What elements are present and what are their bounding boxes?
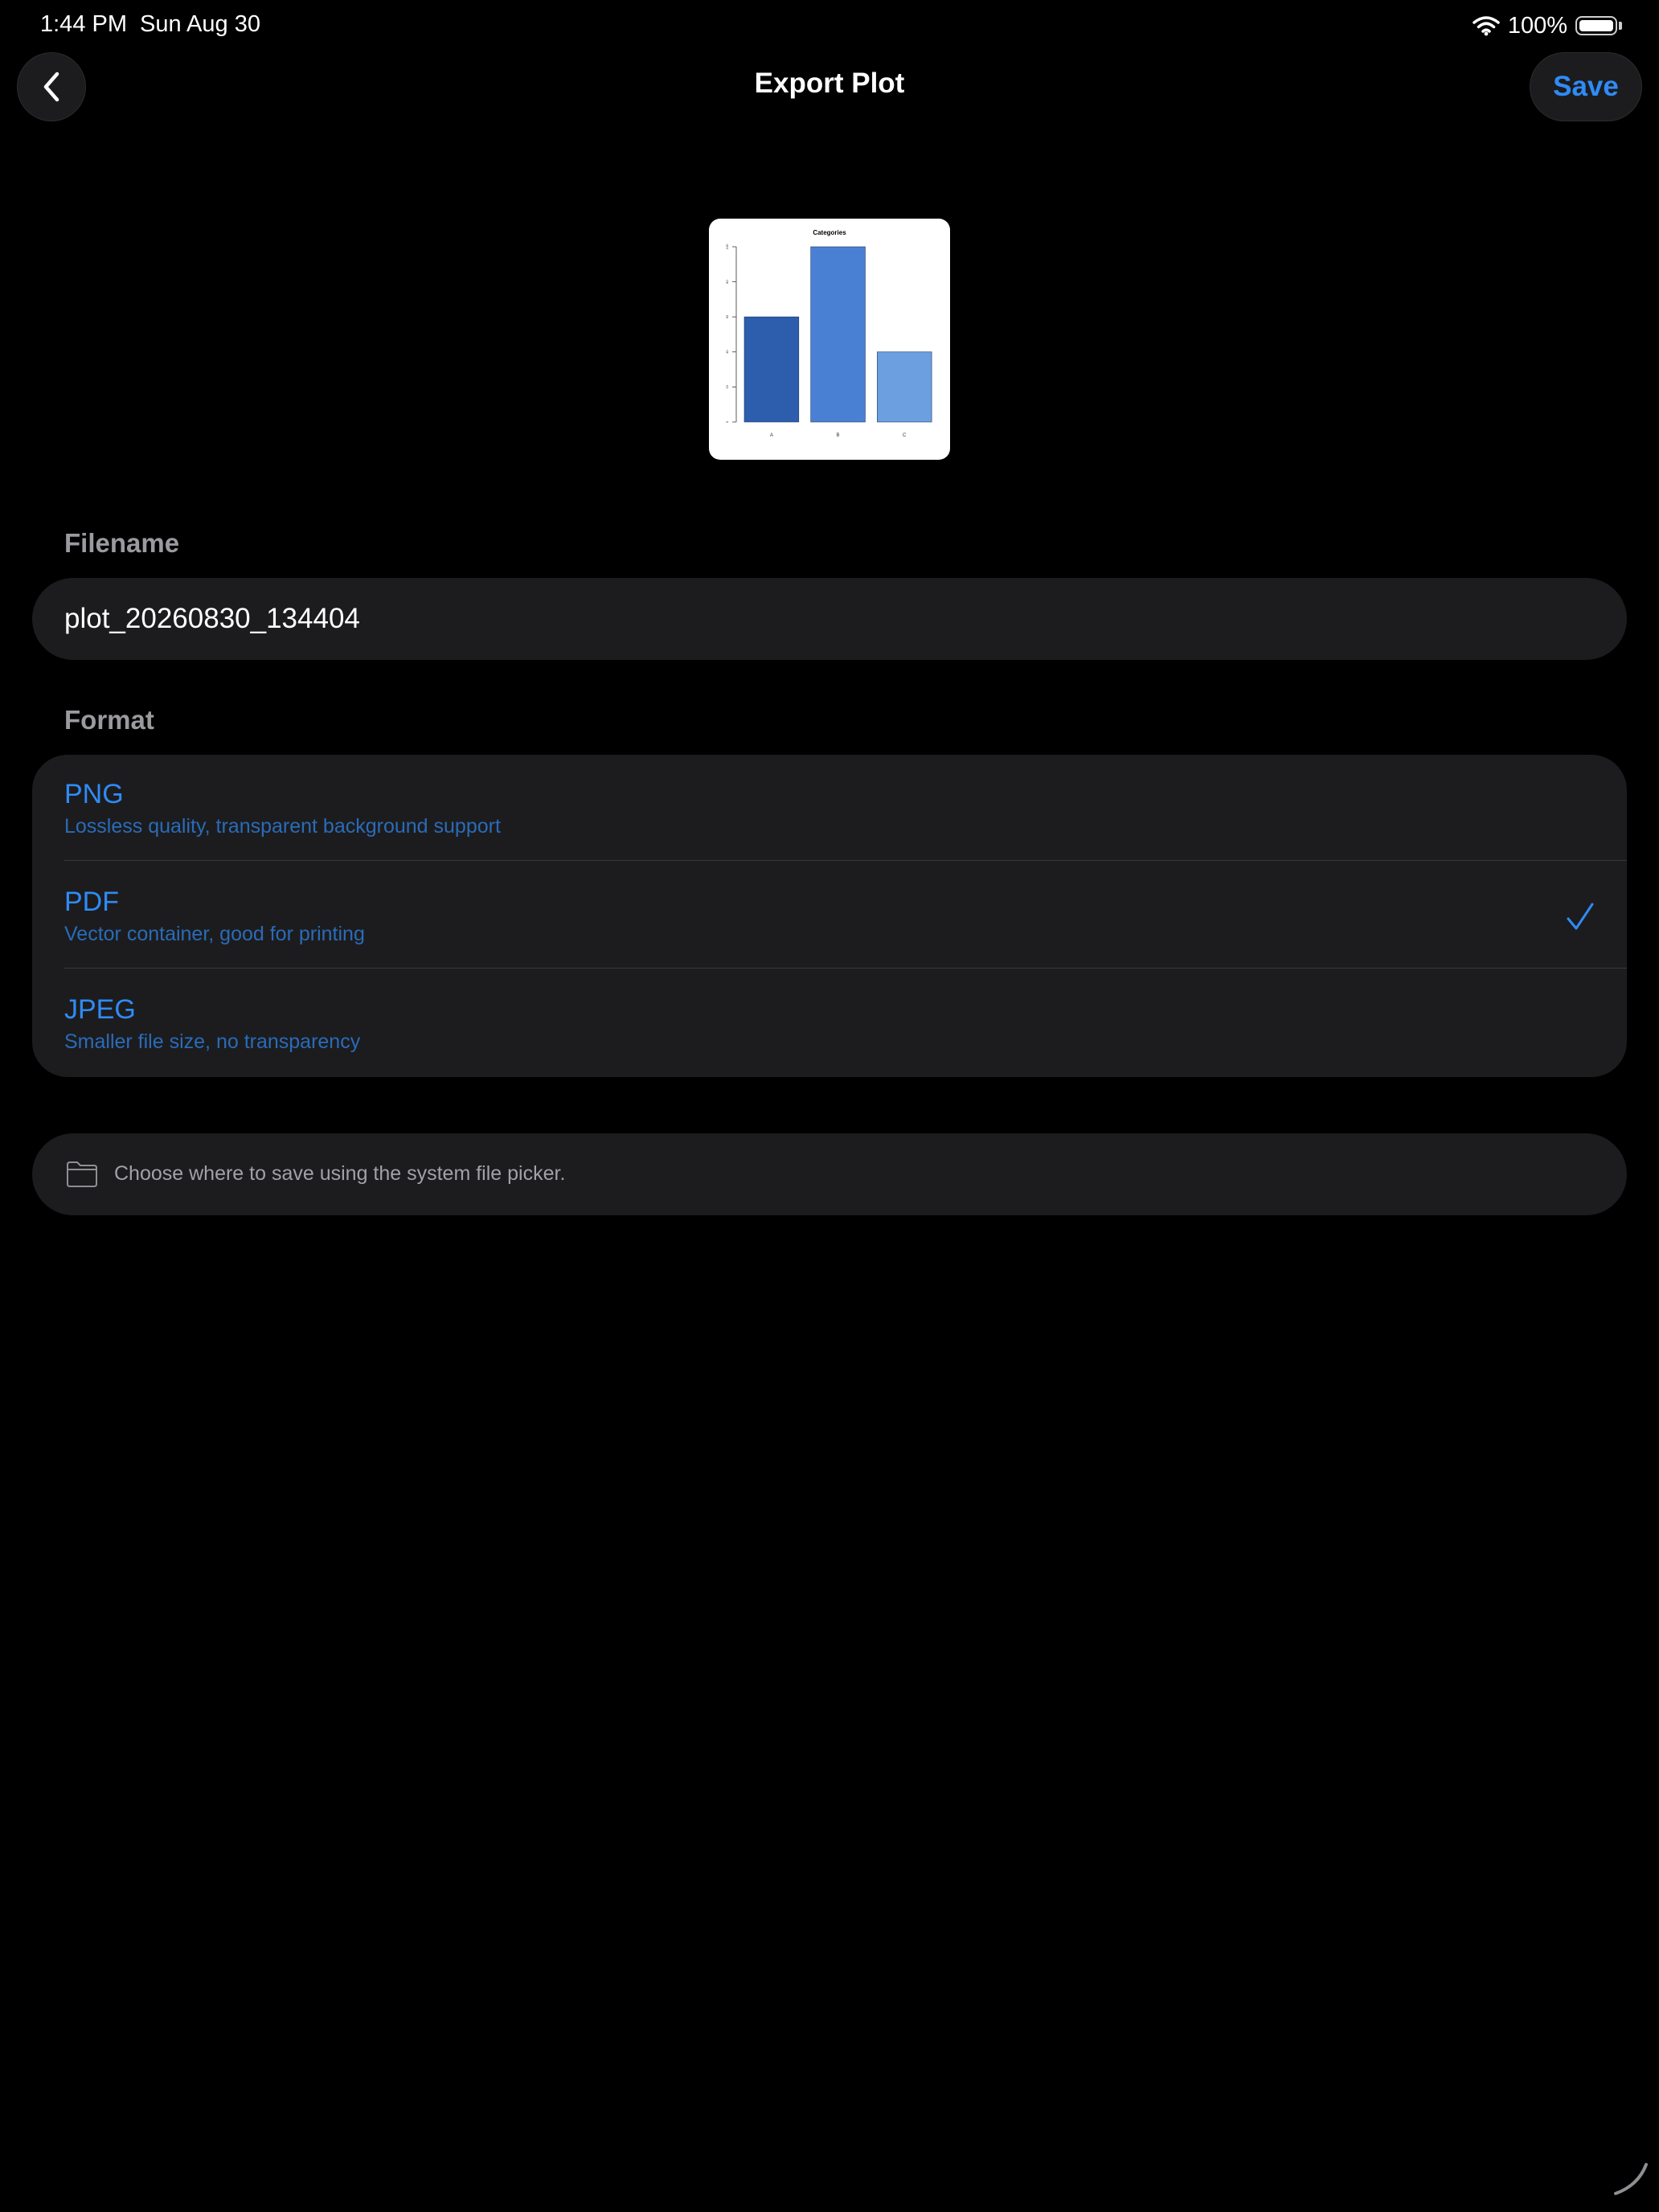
bar-A — [743, 316, 800, 423]
format-option-png[interactable]: PNG Lossless quality, transparent backgr… — [32, 755, 1627, 862]
y-tick-label: 40 — [725, 350, 729, 354]
save-button[interactable]: Save — [1530, 52, 1642, 121]
y-tick-label: 100 — [725, 244, 729, 249]
y-tick-label: 0 — [725, 420, 729, 423]
x-tick-label: B — [837, 433, 840, 438]
divider — [64, 860, 1627, 861]
wifi-icon — [1473, 16, 1500, 36]
x-tick-label: C — [903, 433, 907, 438]
chart-title: Categories — [813, 229, 846, 236]
format-option-title: JPEG — [64, 994, 136, 1025]
battery-level-fill — [1579, 20, 1613, 31]
folder-icon — [67, 1161, 97, 1187]
y-tick-label: 60 — [725, 314, 729, 318]
page-title: Export Plot — [754, 68, 905, 99]
resize-handle-icon — [1614, 2163, 1648, 2195]
format-option-description: Lossless quality, transparent background… — [64, 815, 501, 838]
format-option-description: Smaller file size, no transparency — [64, 1030, 361, 1053]
save-location-info: Choose where to save using the system fi… — [32, 1133, 1627, 1215]
plot-preview: Categories 0 20 40 60 80 100 A B C — [709, 219, 950, 460]
filename-field[interactable] — [32, 578, 1627, 660]
divider — [64, 968, 1627, 969]
preview-bar-chart: Categories 0 20 40 60 80 100 A B C — [725, 229, 932, 438]
format-option-description: Vector container, good for printing — [64, 923, 365, 945]
status-indicators: 100% — [1473, 11, 1622, 40]
format-options: PNG Lossless quality, transparent backgr… — [32, 755, 1627, 1077]
format-option-jpeg[interactable]: JPEG Smaller file size, no transparency — [32, 970, 1627, 1078]
status-time: 1:44 PM — [40, 11, 127, 37]
y-tick-label: 80 — [725, 280, 729, 284]
format-option-pdf[interactable]: PDF Vector container, good for printing — [32, 862, 1627, 970]
y-tick-label: 20 — [725, 384, 729, 388]
save-location-hint: Choose where to save using the system fi… — [114, 1162, 566, 1185]
format-option-title: PNG — [64, 779, 124, 809]
x-tick-label: A — [770, 433, 773, 438]
format-label: Format — [64, 705, 154, 735]
status-bar: 1:44 PM Sun Aug 30 100% — [0, 0, 1659, 51]
status-date: Sun Aug 30 — [140, 11, 260, 37]
bar-B — [810, 246, 866, 423]
checkmark-icon — [1567, 903, 1594, 930]
bar-C — [877, 351, 932, 423]
format-option-title: PDF — [64, 887, 119, 917]
filename-input[interactable] — [64, 578, 1591, 660]
battery-icon — [1575, 16, 1617, 35]
filename-label: Filename — [64, 528, 180, 558]
battery-percentage: 100% — [1507, 12, 1567, 39]
battery-tip — [1619, 22, 1622, 30]
